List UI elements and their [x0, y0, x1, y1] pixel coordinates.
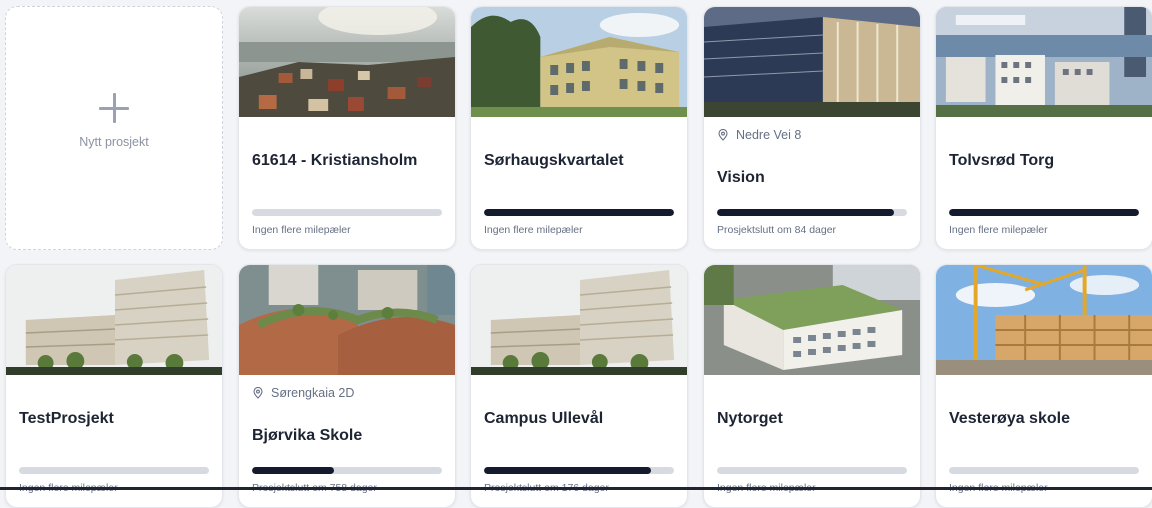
- project-card[interactable]: Sørhaugskvartalet Ingen flere milepæler: [470, 6, 688, 250]
- project-title: Vesterøya skole: [949, 410, 1070, 427]
- progress-bar: [19, 467, 209, 474]
- progress-fill: [949, 209, 1139, 216]
- plus-icon: [99, 93, 129, 123]
- project-location: Sørengkaia 2D: [252, 386, 354, 400]
- project-image: [239, 7, 455, 117]
- project-location: Nedre Vei 8: [717, 128, 801, 142]
- project-image: [704, 265, 920, 375]
- progress-fill: [484, 467, 652, 474]
- project-card[interactable]: Campus Ullevål Prosjektslutt om 176 dage…: [470, 264, 688, 508]
- progress-bar: [252, 209, 442, 216]
- project-image: [239, 265, 455, 375]
- project-title: Nytorget: [717, 410, 783, 427]
- project-card[interactable]: Nedre Vei 8 Vision Prosjektslutt om 84 d…: [703, 6, 921, 250]
- progress-fill: [717, 209, 894, 216]
- project-title: Sørhaugskvartalet: [484, 152, 624, 169]
- project-title: Tolvsrød Torg: [949, 152, 1055, 169]
- location-pin-icon: [253, 387, 263, 399]
- project-card[interactable]: Nytorget Ingen flere milepæler: [703, 264, 921, 508]
- project-card[interactable]: Vesterøya skole Ingen flere milepæler: [935, 264, 1152, 508]
- new-project-card[interactable]: Nytt prosjekt: [5, 6, 223, 250]
- project-title: Vision: [717, 169, 765, 186]
- project-image: [704, 7, 920, 117]
- project-title: 61614 - Kristiansholm: [252, 152, 418, 169]
- progress-bar: [717, 209, 907, 216]
- project-image: [471, 7, 687, 117]
- project-title: Campus Ullevål: [484, 410, 604, 427]
- project-status: Ingen flere milepæler: [252, 224, 351, 236]
- progress-fill: [252, 467, 334, 474]
- project-card[interactable]: Tolvsrød Torg Ingen flere milepæler: [935, 6, 1152, 250]
- progress-fill: [484, 209, 674, 216]
- project-status: Ingen flere milepæler: [949, 224, 1048, 236]
- progress-bar: [949, 209, 1139, 216]
- new-project-label: Nytt prosjekt: [79, 135, 149, 149]
- project-image: [936, 7, 1152, 117]
- progress-bar: [484, 209, 674, 216]
- progress-bar: [717, 467, 907, 474]
- project-card[interactable]: 61614 - Kristiansholm Ingen flere milepæ…: [238, 6, 456, 250]
- progress-bar: [484, 467, 674, 474]
- project-image: [936, 265, 1152, 375]
- project-status: Ingen flere milepæler: [484, 224, 583, 236]
- project-title: TestProsjekt: [19, 410, 114, 427]
- location-pin-icon: [718, 129, 728, 141]
- project-location-text: Sørengkaia 2D: [271, 386, 355, 400]
- project-card[interactable]: TestProsjekt Ingen flere milepæler: [5, 264, 223, 508]
- project-title: Bjørvika Skole: [252, 427, 363, 444]
- progress-bar: [949, 467, 1139, 474]
- progress-bar: [252, 467, 442, 474]
- project-status: Prosjektslutt om 84 dager: [717, 224, 837, 236]
- project-image: [471, 265, 687, 375]
- project-image: [6, 265, 222, 375]
- project-card[interactable]: Sørengkaia 2D Bjørvika Skole Prosjektslu…: [238, 264, 456, 508]
- project-location-text: Nedre Vei 8: [736, 128, 802, 142]
